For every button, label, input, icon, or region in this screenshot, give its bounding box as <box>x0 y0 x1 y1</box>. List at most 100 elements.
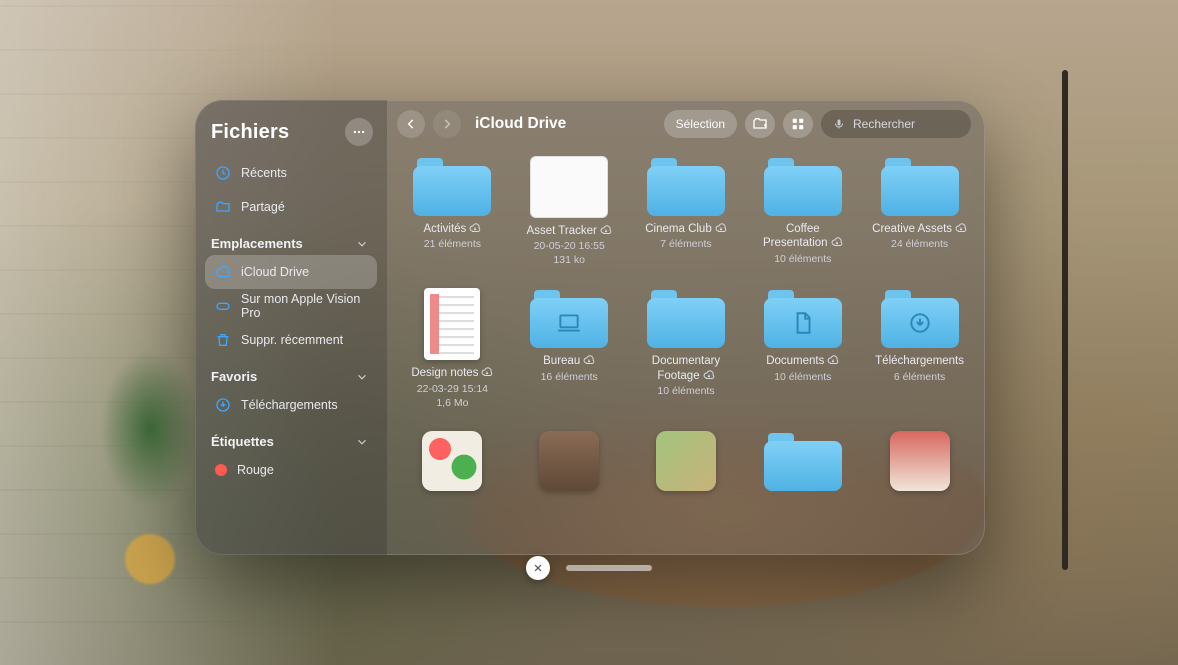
grid-item[interactable]: Bureau16 éléments <box>520 288 619 408</box>
sidebar-item-label: Récents <box>241 166 287 180</box>
trash-icon <box>215 332 231 348</box>
item-name: Téléchargements <box>875 354 964 368</box>
grid-icon <box>791 117 805 131</box>
section-label: Favoris <box>211 369 257 384</box>
chevron-down-icon <box>355 435 369 449</box>
cloud-download-icon <box>600 224 612 236</box>
grid-item[interactable]: Asset Tracker 20-05-20 16:55 131 ko <box>520 156 619 266</box>
folder-icon <box>647 156 725 216</box>
item-meta: 24 éléments <box>891 238 948 250</box>
sidebar-item-location[interactable]: iCloud Drive <box>205 255 377 289</box>
item-name: Documentary Footage <box>637 354 736 383</box>
window-drag-bar[interactable] <box>566 565 652 571</box>
image-thumbnail <box>890 431 950 491</box>
item-meta: 21 éléments <box>424 238 481 250</box>
document-thumbnail <box>424 288 480 360</box>
item-name: Asset Tracker <box>527 224 612 238</box>
sidebar-item-label: Partagé <box>241 200 285 214</box>
grid-item[interactable]: Activités 21 éléments <box>403 156 502 266</box>
grid-item[interactable]: Design notes22-03-29 15:141,6 Mo <box>403 288 502 408</box>
cloud-download-icon <box>715 222 727 234</box>
item-name: Documents <box>766 354 839 368</box>
sidebar-more-button[interactable] <box>345 118 373 146</box>
grid-item[interactable] <box>753 431 852 491</box>
sidebar-item-shared[interactable]: Partagé <box>205 190 377 224</box>
cloud-icon <box>215 264 231 280</box>
item-name: Coffee Presentation <box>753 222 852 251</box>
sidebar-item-location[interactable]: Suppr. récemment <box>205 323 377 357</box>
close-icon <box>533 563 543 573</box>
section-label: Étiquettes <box>211 434 274 449</box>
sidebar-item-label: Suppr. récemment <box>241 333 343 347</box>
sidebar-section-tags[interactable]: Étiquettes <box>205 422 377 453</box>
image-thumbnail <box>422 431 482 491</box>
grid-item[interactable]: Creative Assets24 éléments <box>870 156 969 266</box>
files-window: Fichiers Récents Partagé Emplacements iC… <box>195 100 985 555</box>
view-grid-button[interactable] <box>783 110 813 138</box>
grid-item[interactable]: Documents10 éléments <box>753 288 852 408</box>
sidebar: Fichiers Récents Partagé Emplacements iC… <box>195 100 387 555</box>
item-meta-secondary: 1,6 Mo <box>436 397 468 409</box>
grid-item[interactable]: Coffee Presentation 10 éléments <box>753 156 852 266</box>
select-button[interactable]: Sélection <box>664 110 737 138</box>
toolbar: iCloud Drive Sélection Rechercher <box>387 100 985 148</box>
folder-icon <box>764 288 842 348</box>
visionpro-icon <box>215 298 231 314</box>
grid-item[interactable] <box>520 431 619 491</box>
item-meta: 10 éléments <box>774 253 831 265</box>
folder-icon <box>413 156 491 216</box>
grid-item[interactable] <box>870 431 969 491</box>
grid-item[interactable]: Cinema Club7 éléments <box>637 156 736 266</box>
item-name: Activités <box>423 222 481 236</box>
search-input[interactable]: Rechercher <box>821 110 971 138</box>
item-meta: 10 éléments <box>657 385 714 397</box>
sidebar-item-recents[interactable]: Récents <box>205 156 377 190</box>
item-meta: 20-05-20 16:55 <box>534 240 605 252</box>
spreadsheet-icon <box>530 156 608 218</box>
window-handle <box>526 556 652 580</box>
item-meta: 6 éléments <box>894 371 945 383</box>
cloud-download-icon <box>831 236 843 248</box>
close-window-button[interactable] <box>526 556 550 580</box>
items-scroll[interactable]: Activités 21 éléments Asset Tracker 20-05-2… <box>387 148 985 555</box>
chevron-down-icon <box>355 370 369 384</box>
items-grid: Activités 21 éléments Asset Tracker 20-05-2… <box>403 156 969 491</box>
sidebar-item-location[interactable]: Sur mon Apple Vision Pro <box>205 289 377 323</box>
location-title: iCloud Drive <box>475 115 566 133</box>
sidebar-section-locations[interactable]: Emplacements <box>205 224 377 255</box>
sidebar-item-favorite[interactable]: Téléchargements <box>205 388 377 422</box>
folder-icon <box>647 288 725 348</box>
mic-icon <box>833 118 845 130</box>
grid-item[interactable] <box>403 431 502 491</box>
sidebar-item-label: iCloud Drive <box>241 265 309 279</box>
sidebar-item-tag[interactable]: Rouge <box>205 453 377 487</box>
cloud-download-icon <box>703 369 715 381</box>
grid-item[interactable]: Téléchargements 6 éléments <box>870 288 969 408</box>
nav-forward-button[interactable] <box>433 110 461 138</box>
background-coat-rack <box>1062 70 1068 570</box>
chevron-left-icon <box>404 117 418 131</box>
nav-back-button[interactable] <box>397 110 425 138</box>
cloud-download-icon <box>827 354 839 366</box>
sidebar-section-favorites[interactable]: Favoris <box>205 357 377 388</box>
app-title: Fichiers <box>211 121 289 144</box>
folder-icon <box>764 156 842 216</box>
folder-plus-icon <box>752 116 768 132</box>
search-placeholder: Rechercher <box>853 117 915 131</box>
folder-icon <box>764 431 842 491</box>
grid-item[interactable]: Documentary Footage 10 éléments <box>637 288 736 408</box>
ellipsis-icon <box>352 125 366 139</box>
item-meta-secondary: 131 ko <box>553 254 585 266</box>
chevron-down-icon <box>355 237 369 251</box>
item-name: Bureau <box>543 354 595 368</box>
select-label: Sélection <box>676 117 725 131</box>
clock-icon <box>215 165 231 181</box>
new-folder-button[interactable] <box>745 110 775 138</box>
cloud-download-icon <box>955 222 967 234</box>
item-meta: 22-03-29 15:14 <box>417 383 488 395</box>
grid-item[interactable] <box>637 431 736 491</box>
cloud-download-icon <box>481 366 493 378</box>
sidebar-item-label: Sur mon Apple Vision Pro <box>241 292 367 320</box>
image-thumbnail <box>539 431 599 491</box>
folder-icon <box>530 288 608 348</box>
